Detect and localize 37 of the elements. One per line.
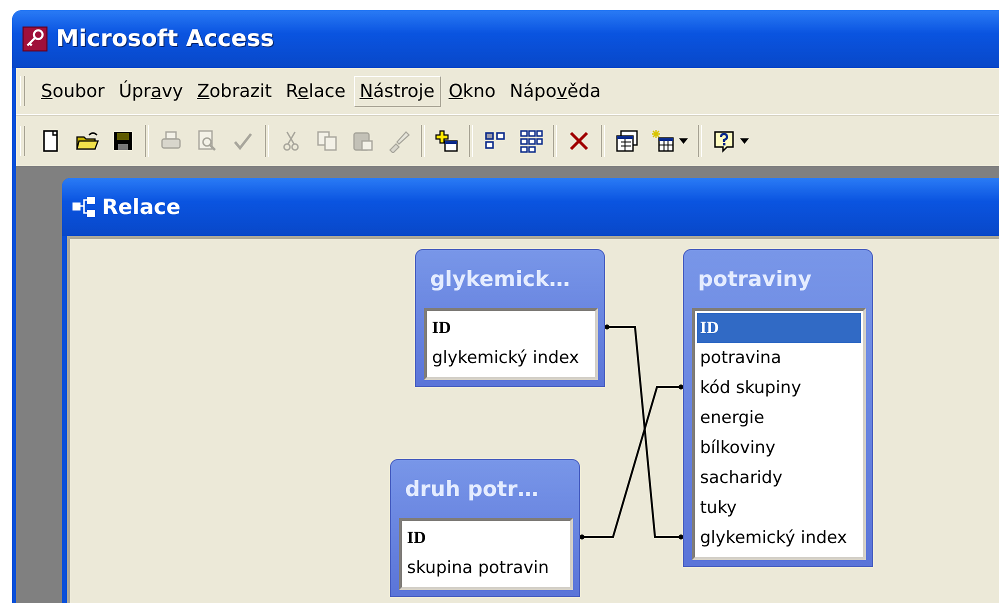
table-title: potraviny (697, 266, 813, 293)
field-item[interactable]: bílkoviny (697, 433, 861, 463)
windows-icon (615, 129, 639, 153)
window-title: Microsoft Access (56, 26, 274, 52)
field-item[interactable]: energie (697, 403, 861, 433)
menu-item[interactable]: Relace (280, 76, 352, 106)
field-item[interactable]: tuky (697, 493, 861, 523)
field-item[interactable]: potravina (697, 343, 861, 373)
table-box[interactable]: glykemick… ID glykemický index (415, 249, 605, 387)
table-box[interactable]: druh potr… ID skupina potravin (390, 459, 580, 597)
key-icon (22, 26, 48, 52)
field-item[interactable]: ID (429, 313, 593, 343)
field-item[interactable]: glykemický index (429, 343, 593, 373)
window-title: Relace (102, 195, 180, 219)
menu-item[interactable]: Nástroje (354, 76, 441, 106)
relationship-icon (72, 195, 96, 219)
menu-item[interactable]: Soubor (35, 76, 111, 106)
delete-icon (567, 129, 591, 153)
menu-item[interactable]: Nápověda (504, 76, 607, 106)
add-table-icon (435, 129, 459, 153)
field-item[interactable]: ID (404, 523, 568, 553)
copy-icon (315, 129, 339, 153)
field-item[interactable]: skupina potravin (404, 553, 568, 583)
menu-item[interactable]: Úpravy (112, 76, 190, 106)
new-table-icon (651, 129, 675, 153)
field-item[interactable]: sacharidy (697, 463, 861, 493)
field-item[interactable]: kód skupiny (697, 373, 861, 403)
paintbrush-icon (387, 129, 411, 153)
menu-item[interactable]: Okno (442, 76, 502, 106)
table-title: glykemick… (429, 266, 572, 293)
help-icon (712, 129, 736, 153)
table-box[interactable]: potraviny ID potravina kód skupiny energie bílkoviny sacharidy tuky glykemický index (683, 249, 873, 567)
table-title: druh potr… (404, 476, 540, 503)
grid-icon (519, 129, 543, 153)
field-item[interactable]: ID (697, 313, 861, 343)
field-item[interactable]: glykemický index (697, 523, 861, 553)
menu-item[interactable]: Zobrazit (191, 76, 278, 106)
